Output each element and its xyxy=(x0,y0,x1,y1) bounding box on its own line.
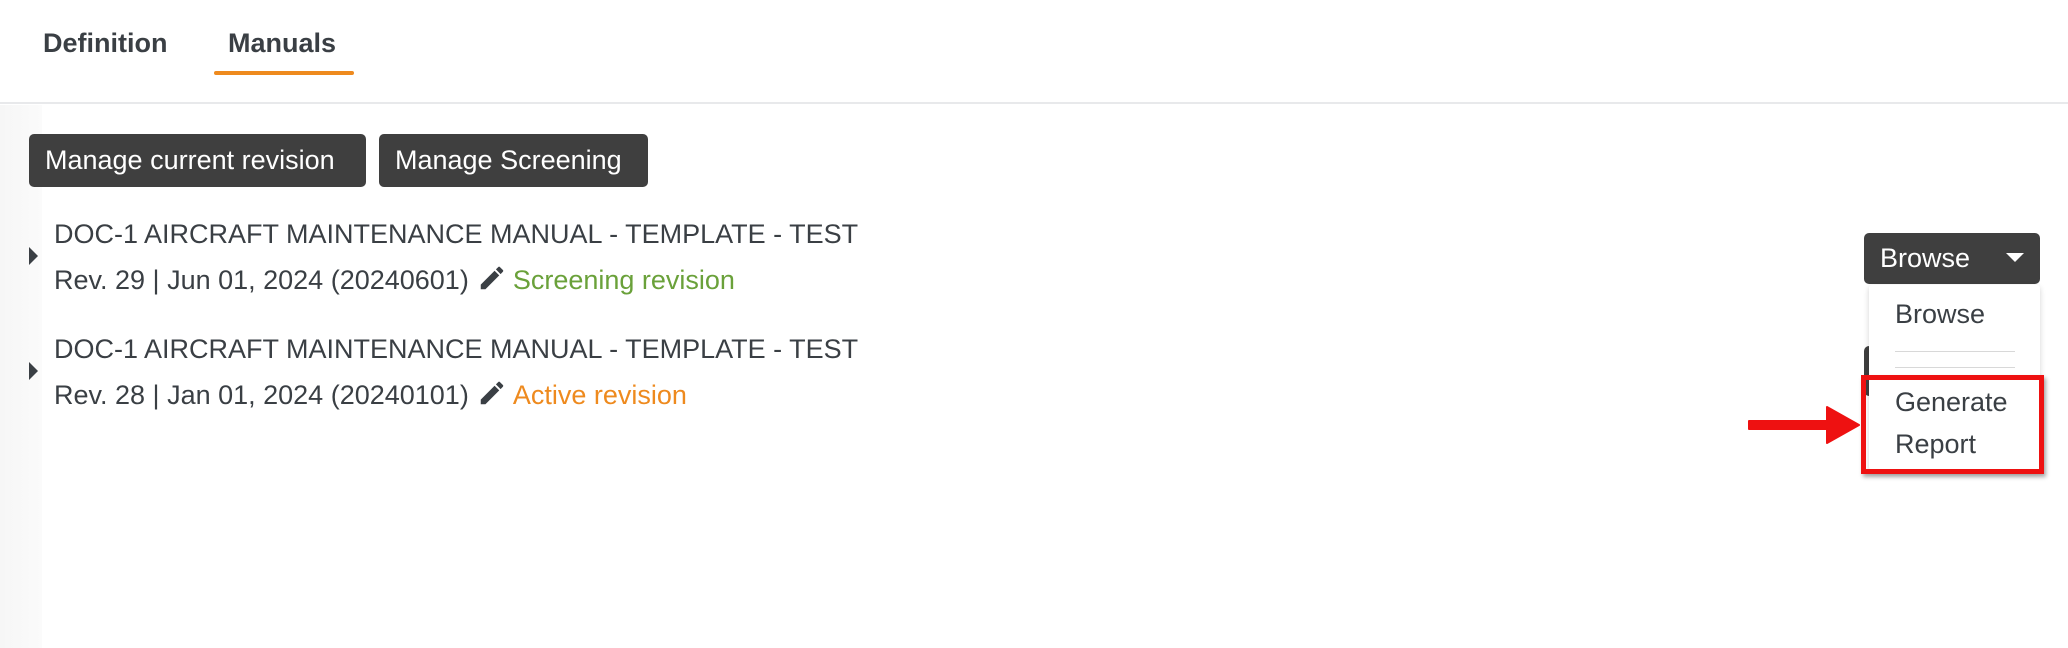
manual-title[interactable]: DOC-1 AIRCRAFT MAINTENANCE MANUAL - TEMP… xyxy=(54,334,858,365)
revision-meta: Rev. 29 | Jun 01, 2024 (20240601) xyxy=(54,265,469,295)
manual-title[interactable]: DOC-1 AIRCRAFT MAINTENANCE MANUAL - TEMP… xyxy=(54,219,858,250)
menu-divider xyxy=(1895,351,2015,352)
menu-item-browse[interactable]: Browse xyxy=(1895,293,1985,335)
status-screening: Screening revision xyxy=(512,265,735,295)
page: Definition Manuals Manage current revisi… xyxy=(0,0,2068,648)
manual-revision-info: Rev. 29 | Jun 01, 2024 (20240601) Screeni… xyxy=(54,263,735,300)
caret-down-icon xyxy=(2006,253,2024,262)
annotation-arrow-icon xyxy=(1745,401,1863,454)
browse-dropdown-button[interactable]: Browse xyxy=(1864,233,2040,284)
revision-meta: Rev. 28 | Jan 01, 2024 (20240101) xyxy=(54,380,469,410)
pencil-icon[interactable] xyxy=(477,378,507,415)
menu-divider xyxy=(1895,367,2015,368)
tab-definition[interactable]: Definition xyxy=(43,24,167,76)
expand-caret-icon[interactable] xyxy=(29,247,38,265)
browse-button-label: Browse xyxy=(1880,243,1971,273)
manage-current-revision-button[interactable]: Manage current revision xyxy=(29,134,366,187)
manual-revision-info: Rev. 28 | Jan 01, 2024 (20240101) Active … xyxy=(54,378,687,415)
pencil-icon[interactable] xyxy=(477,263,507,300)
manage-screening-button[interactable]: Manage Screening xyxy=(379,134,648,187)
expand-caret-icon[interactable] xyxy=(29,362,38,380)
status-active: Active revision xyxy=(512,380,687,410)
active-tab-indicator xyxy=(214,71,354,75)
tab-bar: Definition Manuals xyxy=(0,0,2068,104)
tab-manuals[interactable]: Manuals xyxy=(228,24,336,76)
annotation-highlight-box xyxy=(1861,375,2044,474)
